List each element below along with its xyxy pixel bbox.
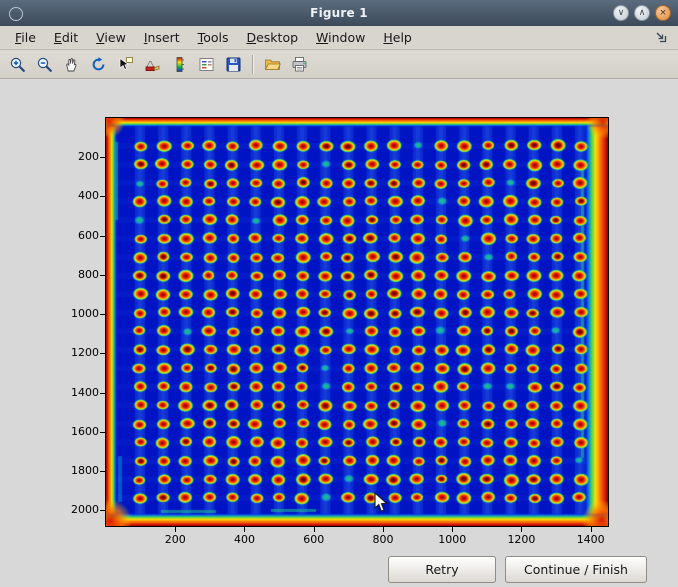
- menu-view[interactable]: View: [87, 27, 135, 48]
- shade-button[interactable]: ∨: [613, 5, 629, 21]
- retry-button[interactable]: Retry: [388, 556, 496, 583]
- y-tick-label: 800: [55, 268, 99, 281]
- x-tick-label: 1200: [499, 533, 543, 546]
- open-file-icon: [264, 56, 281, 73]
- menubar: FileEditViewInsertToolsDesktopWindowHelp: [0, 26, 678, 50]
- close-button[interactable]: ×: [655, 5, 671, 21]
- menu-help[interactable]: Help: [374, 27, 421, 48]
- x-tick-label: 1400: [569, 533, 613, 546]
- x-tick-mark: [591, 527, 592, 532]
- figure-window: Figure 1 ∨ ∧ × FileEditViewInsertToolsDesk…: [0, 0, 678, 587]
- x-tick-label: 200: [153, 533, 197, 546]
- y-tick-label: 200: [55, 150, 99, 163]
- y-tick-mark: [100, 314, 105, 315]
- y-tick-label: 600: [55, 229, 99, 242]
- toolbar-separator: [252, 55, 254, 74]
- rotate-3d-icon: [90, 56, 107, 73]
- titlebar-controls: ∨ ∧ ×: [613, 5, 671, 21]
- y-tick-mark: [100, 157, 105, 158]
- x-tick-label: 400: [222, 533, 266, 546]
- zoom-in-icon: [9, 56, 26, 73]
- menu-window[interactable]: Window: [307, 27, 374, 48]
- zoom-in-button[interactable]: [5, 52, 30, 77]
- save-figure-icon: [225, 56, 242, 73]
- x-tick-mark: [383, 527, 384, 532]
- y-tick-label: 2000: [55, 503, 99, 516]
- toolbar-buttons: [5, 52, 312, 77]
- window-title: Figure 1: [0, 6, 678, 20]
- x-tick-label: 1000: [430, 533, 474, 546]
- pan-button[interactable]: [59, 52, 84, 77]
- data-cursor-button[interactable]: [113, 52, 138, 77]
- print-figure-button[interactable]: [287, 52, 312, 77]
- menu-edit[interactable]: Edit: [45, 27, 87, 48]
- insert-legend-button[interactable]: [194, 52, 219, 77]
- x-tick-mark: [244, 527, 245, 532]
- x-tick-label: 600: [292, 533, 336, 546]
- x-tick-mark: [452, 527, 453, 532]
- insert-colorbar-icon: [171, 56, 188, 73]
- plot-canvas[interactable]: [106, 118, 608, 526]
- y-tick-mark: [100, 353, 105, 354]
- maximize-button[interactable]: ∧: [634, 5, 650, 21]
- menu-desktop[interactable]: Desktop: [237, 27, 307, 48]
- toolbar: [0, 51, 678, 79]
- y-tick-mark: [100, 236, 105, 237]
- y-tick-mark: [100, 471, 105, 472]
- save-figure-button[interactable]: [221, 52, 246, 77]
- figure-canvas-area: Retry Continue / Finish 200 400 600 800 1000…: [0, 79, 678, 587]
- menu-insert[interactable]: Insert: [135, 27, 189, 48]
- x-tick-mark: [175, 527, 176, 532]
- x-tick-mark: [521, 527, 522, 532]
- menu-tools[interactable]: Tools: [189, 27, 238, 48]
- print-figure-icon: [291, 56, 308, 73]
- menu-items: FileEditViewInsertToolsDesktopWindowHelp: [6, 27, 421, 48]
- brush-button[interactable]: [140, 52, 165, 77]
- zoom-out-button[interactable]: [32, 52, 57, 77]
- zoom-out-icon: [36, 56, 53, 73]
- y-tick-label: 400: [55, 189, 99, 202]
- y-tick-label: 1200: [55, 346, 99, 359]
- pan-icon: [63, 56, 80, 73]
- data-cursor-icon: [117, 56, 134, 73]
- open-file-button[interactable]: [260, 52, 285, 77]
- insert-legend-icon: [198, 56, 215, 73]
- y-tick-label: 1600: [55, 425, 99, 438]
- menu-file[interactable]: File: [6, 27, 45, 48]
- insert-colorbar-button[interactable]: [167, 52, 192, 77]
- x-tick-mark: [314, 527, 315, 532]
- y-tick-mark: [100, 196, 105, 197]
- rotate-3d-button[interactable]: [86, 52, 111, 77]
- y-tick-label: 1800: [55, 464, 99, 477]
- y-tick-mark: [100, 432, 105, 433]
- continue-finish-button[interactable]: Continue / Finish: [505, 556, 647, 583]
- plot-axes: [105, 117, 609, 527]
- x-tick-label: 800: [361, 533, 405, 546]
- brush-icon: [144, 56, 161, 73]
- y-tick-mark: [100, 393, 105, 394]
- titlebar[interactable]: Figure 1 ∨ ∧ ×: [0, 0, 678, 26]
- dock-figure-icon[interactable]: [655, 31, 668, 44]
- y-tick-mark: [100, 510, 105, 511]
- y-tick-label: 1000: [55, 307, 99, 320]
- y-tick-label: 1400: [55, 386, 99, 399]
- y-tick-mark: [100, 275, 105, 276]
